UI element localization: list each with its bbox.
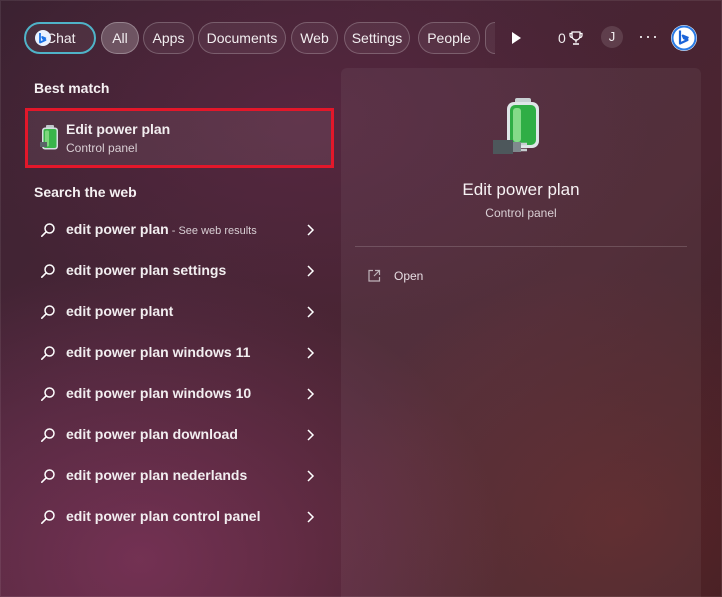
preview-panel: Edit power plan Control panel Open bbox=[341, 68, 701, 597]
bing-chat-icon bbox=[35, 30, 51, 46]
web-suggestion-item[interactable]: edit power plan windows 11 bbox=[20, 333, 338, 373]
open-icon bbox=[368, 269, 381, 282]
search-icon bbox=[41, 346, 55, 360]
search-icon bbox=[41, 510, 55, 524]
best-match-result[interactable]: Edit power plan Control panel bbox=[25, 108, 334, 168]
all-filter-button[interactable]: All bbox=[101, 22, 139, 54]
web-suggestion-item[interactable]: edit power plant bbox=[20, 292, 338, 332]
best-match-title: Edit power plan bbox=[66, 121, 171, 137]
best-match-heading: Best match bbox=[34, 80, 110, 96]
chevron-right-icon bbox=[307, 388, 315, 400]
more-options-icon[interactable]: ··· bbox=[638, 22, 659, 54]
search-icon bbox=[41, 264, 55, 278]
web-suggestion-item[interactable]: edit power plan windows 10 bbox=[20, 374, 338, 414]
search-icon bbox=[41, 305, 55, 319]
web-suggestion-text: edit power plan windows 10 bbox=[66, 385, 252, 401]
web-suggestion-text: edit power plan - See web results bbox=[66, 221, 257, 237]
web-filter-button[interactable]: Web bbox=[291, 22, 338, 54]
web-suggestion-text: edit power plan download bbox=[66, 426, 238, 442]
documents-filter-button[interactable]: Documents bbox=[198, 22, 286, 54]
web-suggestion-text: edit power plan nederlands bbox=[66, 467, 248, 483]
web-suggestion-text: edit power plant bbox=[66, 303, 174, 319]
web-suggestion-text: edit power plan settings bbox=[66, 262, 227, 278]
search-web-heading: Search the web bbox=[34, 184, 137, 200]
web-suggestion-item[interactable]: edit power plan control panel bbox=[20, 497, 338, 537]
chevron-right-icon bbox=[307, 429, 315, 441]
apps-filter-button[interactable]: Apps bbox=[143, 22, 194, 54]
chevron-right-icon bbox=[307, 470, 315, 482]
chevron-right-icon bbox=[307, 224, 315, 236]
user-avatar[interactable]: J bbox=[601, 26, 623, 48]
search-icon bbox=[41, 387, 55, 401]
chevron-right-icon bbox=[307, 306, 315, 318]
web-suggestion-text: edit power plan control panel bbox=[66, 508, 261, 524]
filter-bar: Chat All Apps Documents Web Settings Peo… bbox=[24, 22, 702, 54]
chevron-right-icon bbox=[307, 347, 315, 359]
web-suggestion-hint: - See web results bbox=[168, 225, 257, 237]
more-filters-button[interactable] bbox=[485, 22, 495, 54]
preview-subtitle: Control panel bbox=[485, 206, 557, 220]
web-suggestion-item[interactable]: edit power plan - See web results bbox=[20, 210, 338, 250]
chat-filter-button[interactable]: Chat bbox=[24, 22, 96, 54]
results-panel: Best match Edit power plan Control panel… bbox=[20, 70, 338, 597]
battery-icon bbox=[40, 125, 58, 150]
rewards-trophy-icon[interactable] bbox=[568, 30, 584, 46]
bing-icon[interactable] bbox=[670, 24, 698, 52]
battery-plug-icon bbox=[493, 98, 539, 154]
search-icon bbox=[41, 223, 55, 237]
preview-title: Edit power plan bbox=[462, 180, 580, 199]
open-action-button[interactable]: Open bbox=[361, 266, 561, 288]
open-action-label: Open bbox=[394, 269, 424, 283]
chevron-right-icon bbox=[307, 511, 315, 523]
chevron-right-icon bbox=[307, 265, 315, 277]
settings-filter-button[interactable]: Settings bbox=[344, 22, 410, 54]
web-suggestion-item[interactable]: edit power plan download bbox=[20, 415, 338, 455]
search-icon bbox=[41, 469, 55, 483]
divider bbox=[355, 246, 687, 247]
web-suggestion-text: edit power plan windows 11 bbox=[66, 344, 251, 360]
people-filter-button[interactable]: People bbox=[418, 22, 480, 54]
rewards-points: 0 bbox=[558, 30, 566, 46]
web-suggestion-item[interactable]: edit power plan settings bbox=[20, 251, 338, 291]
best-match-subtitle: Control panel bbox=[66, 141, 138, 155]
search-icon bbox=[41, 428, 55, 442]
play-icon[interactable] bbox=[508, 30, 524, 46]
web-suggestion-item[interactable]: edit power plan nederlands bbox=[20, 456, 338, 496]
